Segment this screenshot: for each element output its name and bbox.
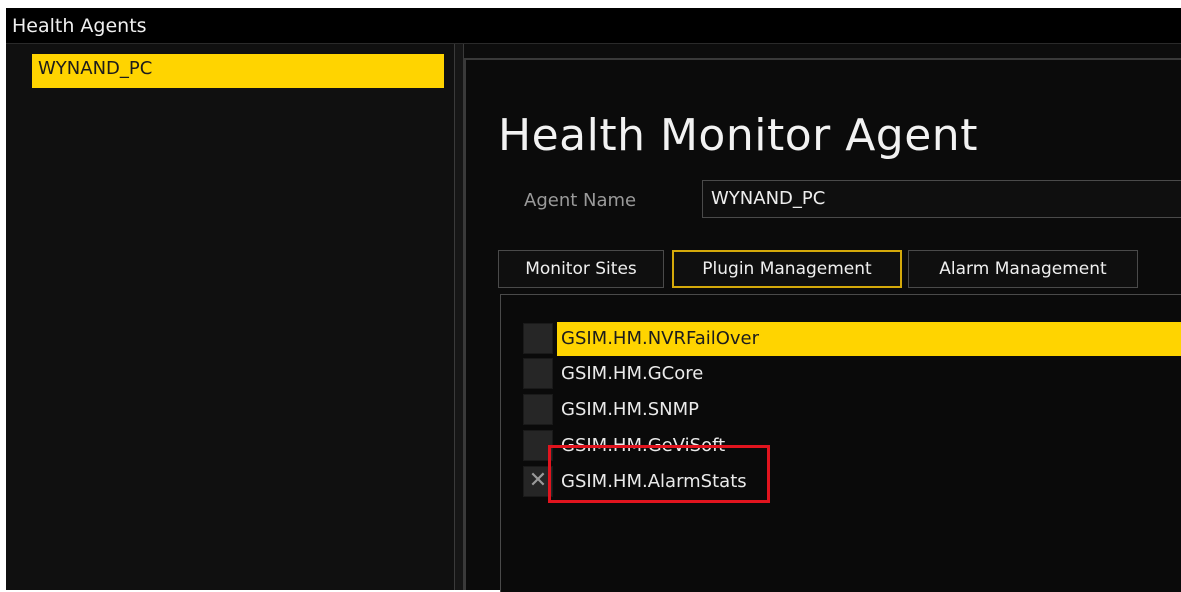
window-title: Health Agents: [12, 15, 147, 37]
agent-details-panel: Health Monitor Agent Agent Name WYNAND_P…: [464, 58, 1181, 592]
plugin-name: GSIM.HM.AlarmStats: [561, 471, 747, 492]
plugin-name: GSIM.HM.GeViSoft: [561, 435, 726, 456]
plugin-row[interactable]: GSIM.HM.NVRFailOver: [501, 322, 1181, 356]
agent-list-item-label: WYNAND_PC: [38, 58, 153, 79]
plugin-name: GSIM.HM.SNMP: [561, 399, 699, 420]
tab-alarm-management[interactable]: Alarm Management: [908, 250, 1138, 288]
agent-name-field[interactable]: WYNAND_PC: [702, 180, 1181, 218]
plugin-row[interactable]: GSIM.HM.SNMP: [501, 393, 1181, 427]
app-root: Health Agents WYNAND_PC Health Monitor A…: [0, 0, 1181, 592]
plugin-name: GSIM.HM.NVRFailOver: [557, 322, 1181, 356]
panel-splitter[interactable]: [454, 44, 464, 590]
plugin-row[interactable]: GSIM.HM.GeViSoft: [501, 429, 1181, 463]
plugin-checkbox[interactable]: [523, 394, 553, 425]
title-bar: Health Agents: [6, 8, 1181, 44]
agent-name-label: Agent Name: [524, 190, 637, 211]
agents-sidebar: WYNAND_PC: [6, 44, 454, 590]
plugin-list: GSIM.HM.NVRFailOver GSIM.HM.GCore GSIM.H…: [500, 294, 1181, 592]
page-title: Health Monitor Agent: [498, 110, 978, 161]
plugin-checkbox[interactable]: [523, 430, 553, 461]
health-agents-window: Health Agents WYNAND_PC Health Monitor A…: [6, 8, 1181, 592]
plugin-row[interactable]: ✕ GSIM.HM.AlarmStats: [501, 465, 1181, 499]
tab-plugin-management[interactable]: Plugin Management: [672, 250, 902, 288]
plugin-checkbox-checked[interactable]: ✕: [523, 466, 553, 497]
tab-monitor-sites[interactable]: Monitor Sites: [498, 250, 664, 288]
plugin-row[interactable]: GSIM.HM.GCore: [501, 357, 1181, 391]
plugin-name: GSIM.HM.GCore: [561, 363, 704, 384]
agent-list-item[interactable]: WYNAND_PC: [32, 54, 444, 88]
plugin-checkbox[interactable]: [523, 358, 553, 389]
plugin-checkbox[interactable]: [523, 323, 553, 354]
